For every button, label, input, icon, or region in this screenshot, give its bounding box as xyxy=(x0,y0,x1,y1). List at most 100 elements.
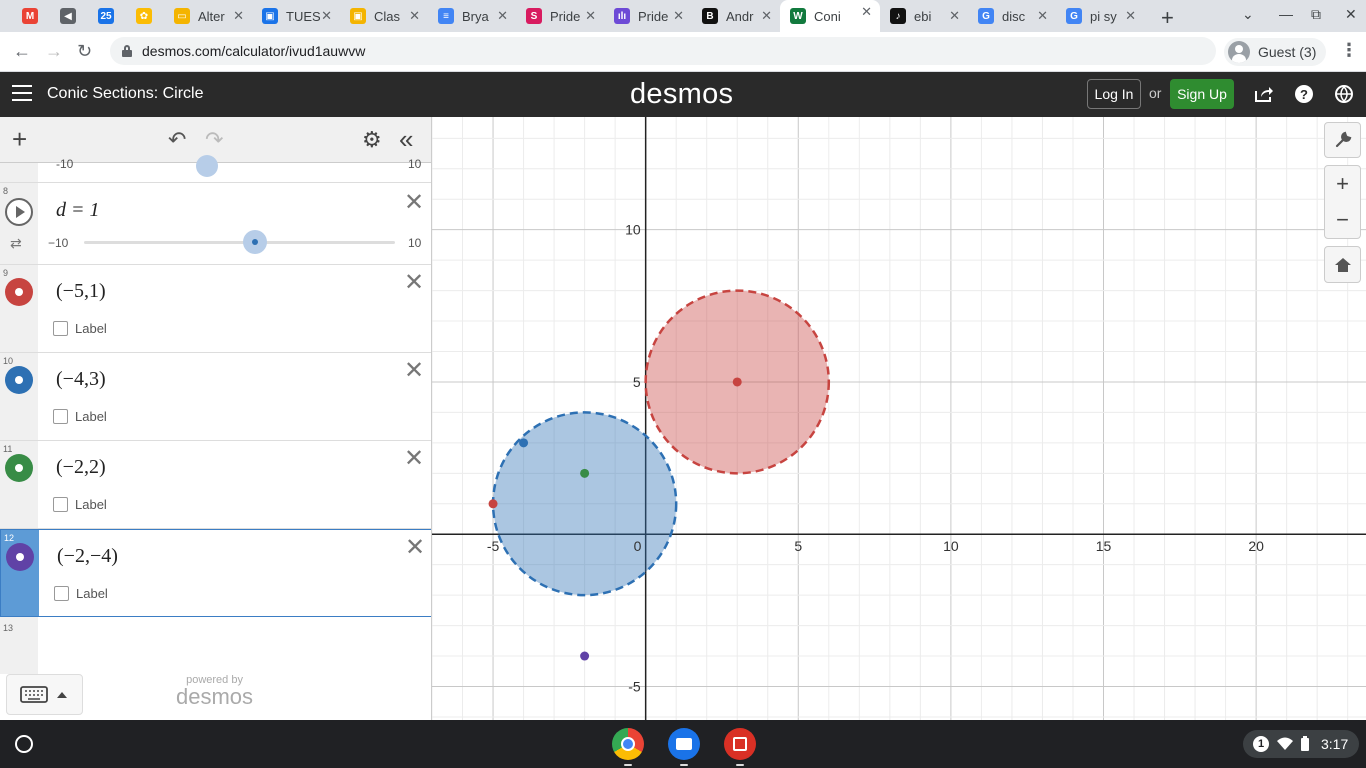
restore-icon[interactable]: ⧉ xyxy=(1311,6,1321,23)
close-tab-icon[interactable]: ✕ xyxy=(1037,8,1048,24)
browser-tab[interactable]: S Pride ✕ xyxy=(516,4,604,28)
browser-tab[interactable]: Gpi sy ✕ xyxy=(1056,4,1144,28)
expression-row-point[interactable]: 10 (−4,3) ✕ Label xyxy=(0,353,431,441)
keyboard-toggle-button[interactable] xyxy=(6,674,83,715)
label-toggle[interactable]: Label xyxy=(53,497,107,512)
undo-icon[interactable]: ↶ xyxy=(168,127,186,153)
language-icon[interactable] xyxy=(1335,85,1353,103)
label-toggle[interactable]: Label xyxy=(53,321,107,336)
browser-tab[interactable]: B Andr ✕ xyxy=(692,4,780,28)
browser-tab[interactable]: ✿ xyxy=(126,4,164,28)
expression-latex[interactable]: (−4,3) xyxy=(56,368,106,391)
x-tick-label: 20 xyxy=(1248,538,1264,554)
expression-row-point[interactable]: 11 (−2,2) ✕ Label xyxy=(0,441,431,529)
browser-tab[interactable]: M xyxy=(12,4,50,28)
add-item-icon[interactable]: + xyxy=(12,126,27,152)
browser-tab[interactable]: ▣ Clas ✕ xyxy=(340,4,428,28)
home-icon[interactable] xyxy=(1324,246,1361,283)
settings-gear-icon[interactable]: ⚙ xyxy=(362,127,382,153)
login-button[interactable]: Log In xyxy=(1087,79,1141,109)
graph-paper[interactable]: -5 0 5 10 15 20 10 5 -5 xyxy=(432,117,1366,720)
profile-button[interactable]: Guest (3) xyxy=(1224,38,1327,66)
tab-search-icon[interactable]: ⌄ xyxy=(1242,6,1254,23)
zoom-out-icon[interactable]: − xyxy=(1336,202,1349,238)
minimize-icon[interactable]: — xyxy=(1279,6,1293,22)
delete-expression-icon[interactable]: ✕ xyxy=(404,191,424,215)
close-tab-icon[interactable]: ✕ xyxy=(585,8,596,24)
site-icon: S xyxy=(526,8,542,24)
files-icon[interactable] xyxy=(668,728,700,766)
expression-latex[interactable]: (−5,1) xyxy=(56,280,106,303)
powered-by-desmos[interactable]: powered by desmos xyxy=(176,674,253,708)
signup-button[interactable]: Sign Up xyxy=(1170,79,1234,109)
browser-tab[interactable]: ▣ TUES ✕ xyxy=(252,4,340,28)
reload-icon[interactable]: ↻ xyxy=(77,41,92,62)
expression-row-slider[interactable]: 8 ⇄ d = 1 ✕ −10 10 xyxy=(0,183,431,265)
photos-icon: ✿ xyxy=(136,8,152,24)
share-icon[interactable] xyxy=(1253,83,1275,105)
label-checkbox[interactable] xyxy=(53,409,68,424)
label-checkbox[interactable] xyxy=(54,586,69,601)
browser-tab[interactable]: 25 xyxy=(88,4,126,28)
slider-handle[interactable] xyxy=(243,230,268,254)
launcher-icon[interactable] xyxy=(15,735,33,753)
status-tray[interactable]: 1 3:17 xyxy=(1243,730,1359,758)
close-tab-icon[interactable]: ✕ xyxy=(861,4,872,20)
loop-icon[interactable]: ⇄ xyxy=(10,235,22,252)
slider-track[interactable] xyxy=(84,241,395,244)
label-checkbox[interactable] xyxy=(53,497,68,512)
delete-expression-icon[interactable]: ✕ xyxy=(404,271,424,295)
label-checkbox[interactable] xyxy=(53,321,68,336)
gallery-icon[interactable] xyxy=(724,728,756,766)
forward-icon[interactable]: → xyxy=(45,41,63,62)
zoom-controls: + − xyxy=(1324,165,1361,239)
label-toggle[interactable]: Label xyxy=(54,586,108,601)
back-icon[interactable]: ← xyxy=(13,41,31,62)
point-color-icon[interactable] xyxy=(5,366,33,394)
address-bar[interactable]: desmos.com/calculator/ivud1auwvw xyxy=(110,37,1216,65)
browser-tab[interactable]: W Coni ✕ xyxy=(780,0,880,32)
expression-latex[interactable]: (−2,−4) xyxy=(57,545,118,568)
slider-handle[interactable] xyxy=(196,155,218,177)
close-window-icon[interactable]: ✕ xyxy=(1345,6,1357,23)
label-toggle[interactable]: Label xyxy=(53,409,107,424)
row-number: 11 xyxy=(3,444,13,454)
close-tab-icon[interactable]: ✕ xyxy=(321,8,332,24)
expression-row-empty[interactable]: 13 xyxy=(0,617,431,674)
hamburger-menu-icon[interactable] xyxy=(12,85,32,101)
close-tab-icon[interactable]: ✕ xyxy=(761,8,772,24)
more-icon[interactable]: ⋮ xyxy=(1340,40,1358,61)
close-tab-icon[interactable]: ✕ xyxy=(673,8,684,24)
play-icon[interactable] xyxy=(5,198,33,226)
point-color-icon[interactable] xyxy=(6,543,34,571)
new-tab-icon[interactable]: + xyxy=(1161,5,1174,31)
zoom-in-icon[interactable]: + xyxy=(1336,166,1349,202)
browser-tab[interactable]: ◀ xyxy=(50,4,88,28)
browser-tab[interactable]: ▭ Alter ✕ xyxy=(164,4,252,28)
close-tab-icon[interactable]: ✕ xyxy=(409,8,420,24)
help-icon[interactable]: ? xyxy=(1295,85,1313,103)
redo-icon[interactable]: ↷ xyxy=(205,127,223,153)
expression-latex[interactable]: (−2,2) xyxy=(56,456,106,479)
expression-row-point-selected[interactable]: 12 (−2,−4) ✕ Label xyxy=(0,529,431,617)
delete-expression-icon[interactable]: ✕ xyxy=(404,359,424,383)
expression-row-point[interactable]: 9 (−5,1) ✕ Label xyxy=(0,265,431,353)
chrome-icon[interactable] xyxy=(612,728,644,766)
browser-tab[interactable]: ≡ Brya ✕ xyxy=(428,4,516,28)
browser-tab[interactable]: ♪ ebi ✕ xyxy=(880,4,968,28)
point-color-icon[interactable] xyxy=(5,454,33,482)
browser-tab[interactable]: Gdisc ✕ xyxy=(968,4,1056,28)
delete-expression-icon[interactable]: ✕ xyxy=(405,536,425,560)
close-tab-icon[interactable]: ✕ xyxy=(1125,8,1136,24)
close-tab-icon[interactable]: ✕ xyxy=(949,8,960,24)
expression-latex[interactable]: d = 1 xyxy=(56,199,100,222)
close-tab-icon[interactable]: ✕ xyxy=(497,8,508,24)
delete-expression-icon[interactable]: ✕ xyxy=(404,447,424,471)
collapse-panel-icon[interactable]: « xyxy=(399,124,413,155)
browser-tab[interactable]: ılı Pride ✕ xyxy=(604,4,692,28)
graph-settings-wrench-icon[interactable] xyxy=(1324,122,1361,158)
point-color-icon[interactable] xyxy=(5,278,33,306)
notification-count-badge[interactable]: 1 xyxy=(1253,736,1269,752)
close-tab-icon[interactable]: ✕ xyxy=(233,8,244,24)
graph-title[interactable]: Conic Sections: Circle xyxy=(47,85,204,103)
